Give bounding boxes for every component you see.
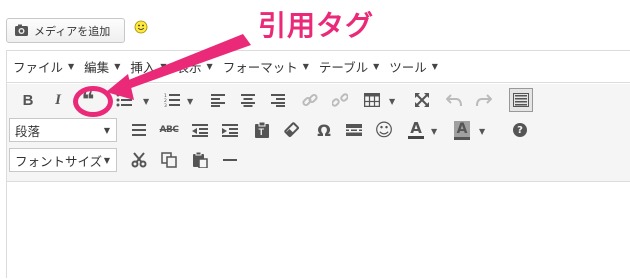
numbered-list-button[interactable]: 123	[159, 88, 185, 112]
unlink-button[interactable]	[327, 88, 353, 112]
menu-tools[interactable]: ツール ▼	[389, 57, 438, 76]
toolbar-toggle-button[interactable]	[509, 88, 533, 112]
horizontal-rule-button[interactable]	[126, 118, 152, 142]
chevron-down-icon[interactable]: ▼	[143, 97, 149, 106]
text-color-swatch	[408, 136, 424, 139]
bg-color-label: A	[453, 120, 471, 140]
table-icon	[364, 93, 380, 107]
indent-button[interactable]	[217, 118, 243, 142]
highlight-circle	[73, 86, 113, 117]
horizontal-rule-icon	[132, 124, 146, 136]
svg-text:T: T	[259, 127, 265, 137]
unlink-icon	[332, 93, 348, 107]
outdent-button[interactable]	[187, 118, 213, 142]
annotation-label: 引用タグ	[258, 9, 375, 42]
chevron-down-icon: ▼	[114, 62, 121, 71]
indent-icon	[222, 123, 238, 137]
copy-button[interactable]	[156, 148, 182, 172]
text-color-label: A	[410, 119, 422, 137]
chevron-down-icon: ▼	[160, 62, 167, 71]
keyboard-icon	[513, 93, 529, 107]
horizontal-line-button[interactable]	[217, 148, 243, 172]
font-size-select-value: フォントサイズ	[15, 153, 103, 169]
scissors-icon	[131, 152, 147, 168]
bullet-list-icon	[116, 93, 132, 107]
chevron-down-icon[interactable]: ▼	[479, 127, 485, 136]
align-right-button[interactable]	[265, 88, 291, 112]
chevron-down-icon[interactable]: ▼	[431, 127, 437, 136]
svg-text:3: 3	[164, 103, 167, 107]
redo-button[interactable]	[471, 88, 497, 112]
fullscreen-icon	[415, 93, 429, 107]
align-left-button[interactable]	[205, 88, 231, 112]
page-break-button[interactable]	[341, 118, 367, 142]
emoticons-button[interactable]: ☺	[371, 118, 397, 142]
chevron-down-icon: ▼	[302, 62, 309, 71]
chevron-down-icon[interactable]: ▼	[389, 97, 395, 106]
format-select-value: 段落	[15, 123, 41, 139]
help-button[interactable]: ?	[507, 118, 533, 142]
clear-format-button[interactable]	[279, 118, 305, 142]
menu-table[interactable]: テーブル ▼	[319, 57, 379, 76]
align-right-icon	[271, 93, 285, 107]
help-icon: ?	[513, 123, 527, 137]
link-button[interactable]	[297, 88, 323, 112]
eraser-icon	[284, 122, 299, 137]
toolbar-row-2: 段落 ▼ ABC T Ω ☺ A ▼ A ▼ ?	[7, 118, 630, 148]
outdent-icon	[192, 123, 208, 137]
chevron-down-icon: ▼	[373, 62, 380, 71]
chevron-down-icon: ▼	[431, 62, 438, 71]
camera-music-icon	[15, 24, 28, 36]
menu-format[interactable]: フォーマット ▼	[223, 57, 309, 76]
chevron-down-icon[interactable]: ▼	[187, 97, 193, 106]
chevron-down-icon: ▼	[206, 62, 213, 71]
menu-file[interactable]: ファイル ▼	[13, 57, 74, 76]
smiley-icon[interactable]	[134, 20, 148, 34]
italic-button[interactable]: I	[45, 88, 71, 112]
undo-button[interactable]	[441, 88, 467, 112]
background-color-button[interactable]: A	[449, 118, 475, 142]
menubar: ファイル ▼ 編集 ▼ 挿入 ▼ 表示 ▼ フォーマット ▼ テーブル ▼ ツール ▼	[7, 51, 630, 83]
special-character-button[interactable]: Ω	[311, 118, 337, 142]
table-button[interactable]	[359, 88, 385, 112]
copy-icon	[161, 152, 177, 168]
menu-edit[interactable]: 編集 ▼	[84, 57, 120, 76]
format-select[interactable]: 段落 ▼	[9, 118, 117, 142]
fullscreen-button[interactable]	[409, 88, 435, 112]
add-media-label: メディアを追加	[34, 24, 111, 38]
link-icon	[302, 93, 318, 107]
numbered-list-icon: 123	[164, 93, 180, 107]
chevron-down-icon: ▼	[68, 62, 75, 71]
bullet-list-button[interactable]	[111, 88, 137, 112]
chevron-down-icon: ▼	[103, 155, 110, 165]
horizontal-line-icon	[223, 159, 237, 161]
chevron-down-icon: ▼	[103, 125, 110, 135]
paste-text-icon: T	[255, 122, 269, 138]
strikethrough-button[interactable]: ABC	[156, 118, 182, 142]
align-center-icon	[241, 93, 255, 107]
align-left-icon	[211, 93, 225, 107]
add-media-button[interactable]: メディアを追加	[6, 18, 125, 43]
undo-icon	[446, 94, 462, 107]
menu-insert[interactable]: 挿入 ▼	[130, 57, 166, 76]
font-size-select[interactable]: フォントサイズ ▼	[9, 148, 117, 172]
paste-button[interactable]	[187, 148, 213, 172]
editor-frame: ファイル ▼ 編集 ▼ 挿入 ▼ 表示 ▼ フォーマット ▼ テーブル ▼ ツール ▼ B I…	[6, 50, 630, 279]
paste-text-button[interactable]: T	[249, 118, 275, 142]
cut-button[interactable]	[126, 148, 152, 172]
bold-button[interactable]: B	[15, 88, 41, 112]
text-color-button[interactable]: A	[403, 118, 429, 142]
toolbar-row-3: フォントサイズ ▼	[7, 148, 630, 178]
menu-view[interactable]: 表示 ▼	[177, 57, 213, 76]
paste-icon	[193, 152, 208, 168]
redo-icon	[476, 94, 492, 107]
editor-content-area[interactable]	[7, 182, 630, 279]
page-break-icon	[346, 124, 362, 136]
align-center-button[interactable]	[235, 88, 261, 112]
